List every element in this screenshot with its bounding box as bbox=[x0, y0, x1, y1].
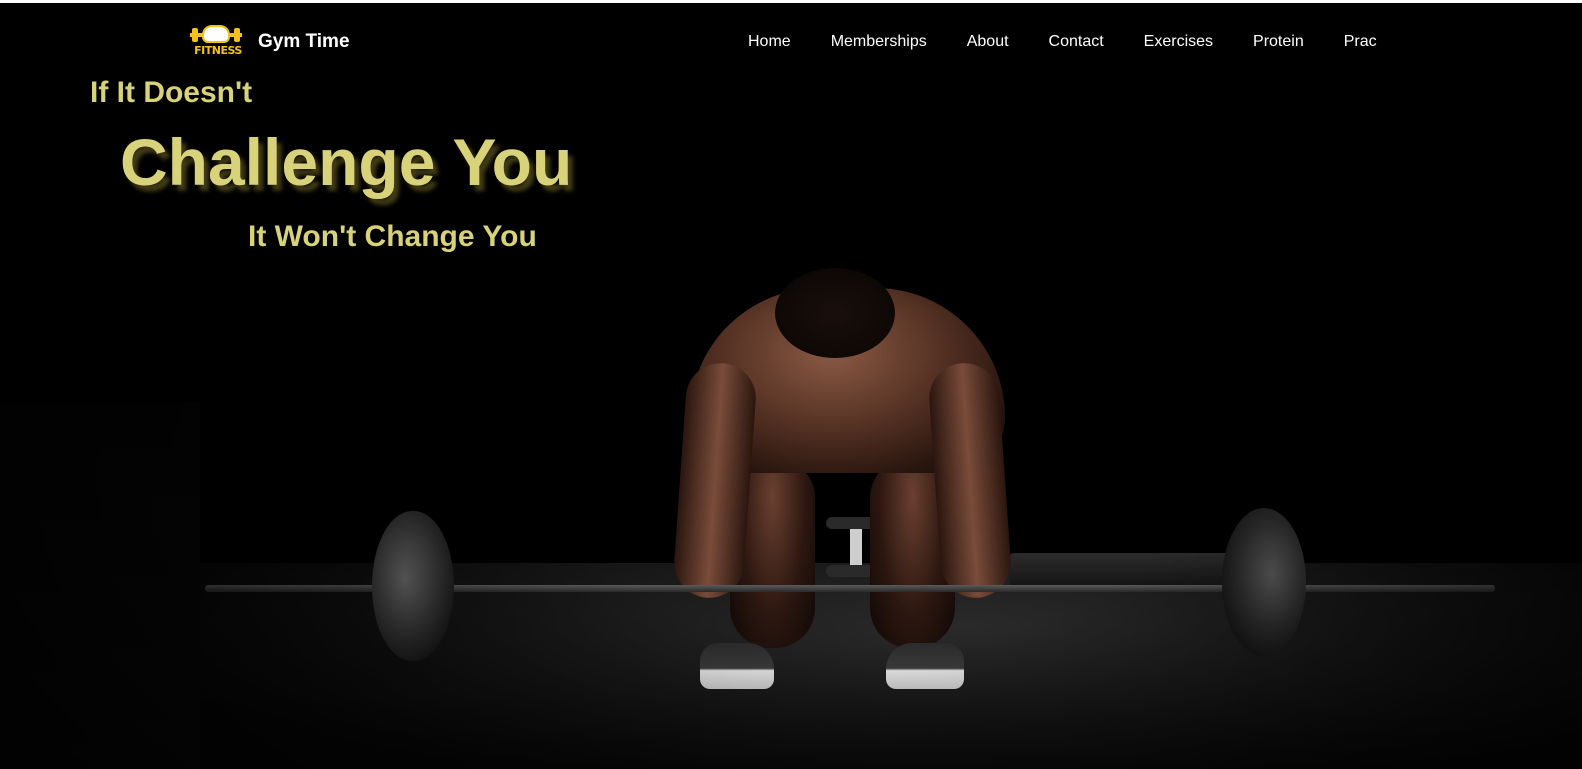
top-navbar: FITNESS Gym Time Home Memberships About … bbox=[0, 3, 1582, 81]
brand-home-link[interactable]: FITNESS Gym Time bbox=[190, 25, 350, 59]
nav-link-memberships[interactable]: Memberships bbox=[831, 33, 927, 50]
photo-vignette bbox=[0, 3, 1582, 769]
nav-link-contact[interactable]: Contact bbox=[1049, 33, 1104, 50]
home-page: FITNESS Gym Time Home Memberships About … bbox=[0, 0, 1582, 769]
nav-link-exercises[interactable]: Exercises bbox=[1144, 33, 1213, 50]
nav-menu: Home Memberships About Contact Exercises… bbox=[748, 33, 1417, 51]
nav-link-home[interactable]: Home bbox=[748, 33, 791, 50]
hero-headline-line-3: It Won't Change You bbox=[248, 220, 537, 253]
nav-link-prac[interactable]: Prac bbox=[1344, 33, 1377, 50]
hero-headline-line-1: If It Doesn't bbox=[90, 76, 253, 109]
hero-background-image bbox=[0, 3, 1582, 769]
nav-link-about[interactable]: About bbox=[967, 33, 1009, 50]
fitness-logo-icon: FITNESS bbox=[190, 25, 242, 59]
brand-name: Gym Time bbox=[258, 31, 350, 52]
hero-headline-main: Challenge You bbox=[120, 125, 573, 199]
nav-link-protein[interactable]: Protein bbox=[1253, 33, 1304, 50]
logo-text: FITNESS bbox=[194, 44, 242, 57]
